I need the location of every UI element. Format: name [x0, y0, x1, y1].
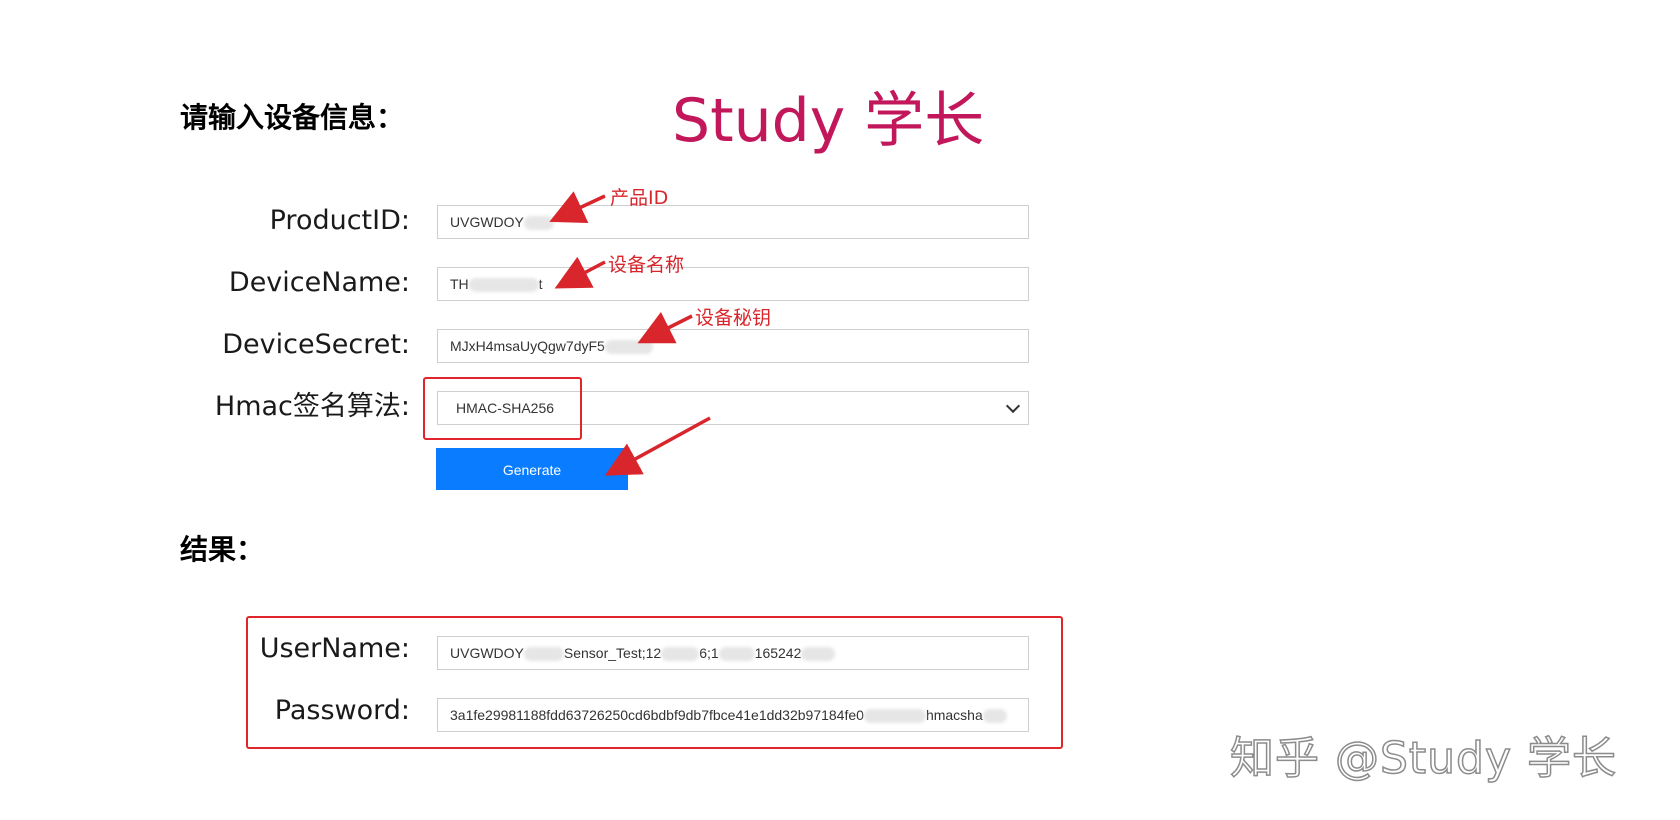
device-secret-input[interactable]: MJxH4msaUyQgw7dyF5: [437, 329, 1029, 363]
zhihu-watermark: 知乎 @Study 学长: [1229, 732, 1618, 785]
chevron-down-icon: [1005, 398, 1021, 414]
hmac-highlight-box: [423, 377, 582, 440]
product-id-annotation: 产品ID: [610, 187, 669, 209]
device-name-value-suffix: t: [538, 276, 543, 292]
product-id-input[interactable]: UVGWDOY: [437, 205, 1029, 239]
device-name-annotation: 设备名称: [608, 254, 685, 276]
hmac-algorithm-label: Hmac签名算法:: [214, 391, 410, 422]
results-highlight-box: [246, 616, 1063, 749]
device-secret-label: DeviceSecret:: [222, 329, 410, 360]
result-heading: 结果：: [180, 533, 265, 566]
product-id-label: ProductID:: [269, 205, 410, 236]
redacted-blur: [468, 278, 539, 293]
redacted-blur: [604, 340, 653, 355]
device-name-value-prefix: TH: [450, 276, 469, 292]
device-secret-value: MJxH4msaUyQgw7dyF5: [450, 338, 605, 354]
device-name-input[interactable]: TH t: [437, 267, 1029, 301]
device-name-label: DeviceName:: [228, 267, 410, 298]
arrow-icon: [604, 416, 711, 476]
device-info-heading: 请输入设备信息：: [180, 101, 405, 134]
brand-watermark-title: Study 学长: [672, 86, 985, 156]
device-secret-annotation: 设备秘钥: [695, 307, 772, 329]
generate-button[interactable]: Generate: [436, 448, 628, 490]
redacted-blur: [523, 216, 554, 231]
product-id-value: UVGWDOY: [450, 214, 524, 230]
